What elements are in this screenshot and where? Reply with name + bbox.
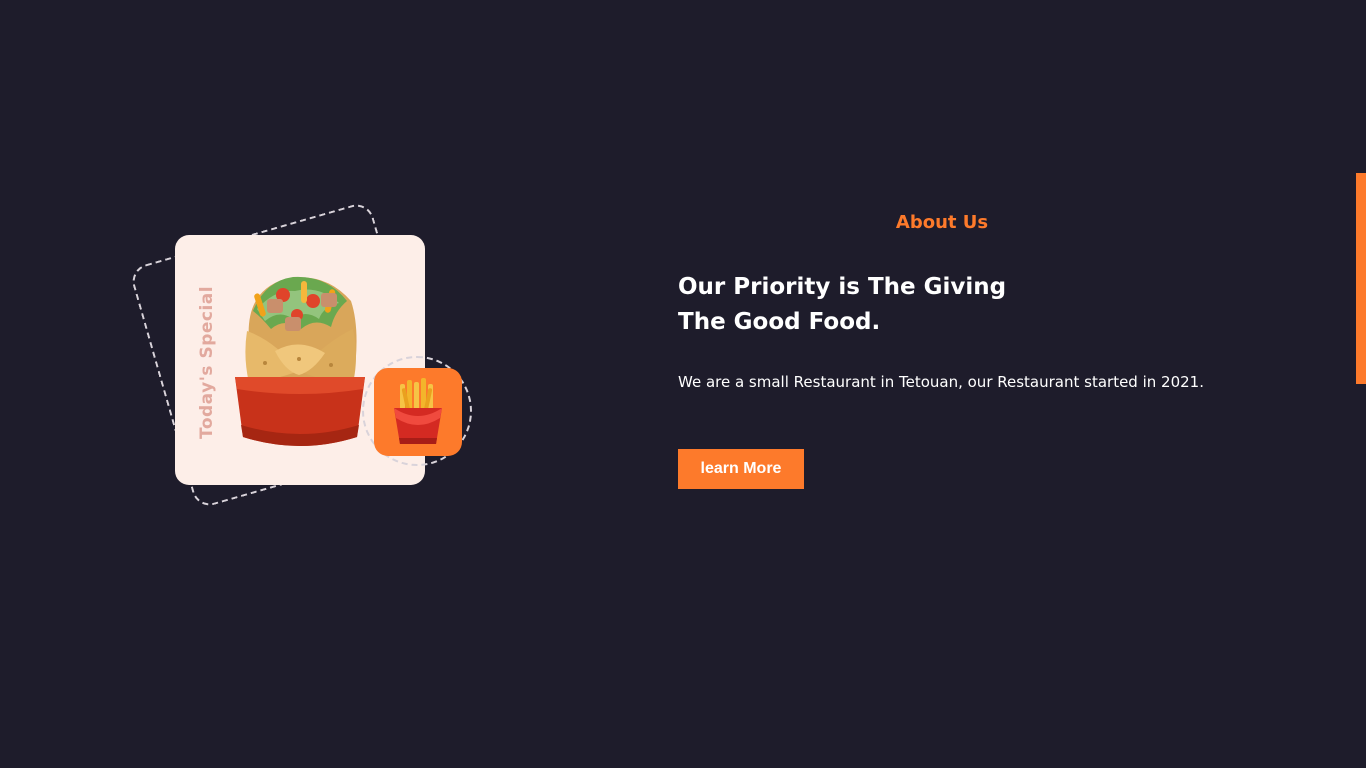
- side-scroll-indicator[interactable]: [1356, 173, 1366, 384]
- burrito-icon: [235, 276, 365, 446]
- headline-line-2: The Good Food.: [678, 309, 881, 335]
- fries-tile: [374, 368, 462, 456]
- todays-special-label: Today's Special: [197, 285, 217, 439]
- about-section: Today's Special About Us Our Priority is…: [0, 0, 1366, 768]
- headline-line-1: Our Priority is The Giving: [678, 274, 1007, 300]
- learn-more-button[interactable]: learn More: [678, 449, 804, 489]
- section-description: We are a small Restaurant in Tetouan, ou…: [678, 373, 1204, 391]
- section-headline: Our Priority is The Giving The Good Food…: [678, 270, 1098, 340]
- section-label: About Us: [895, 212, 989, 233]
- todays-special-illustration: Today's Special: [128, 200, 490, 520]
- fries-icon: [394, 378, 442, 444]
